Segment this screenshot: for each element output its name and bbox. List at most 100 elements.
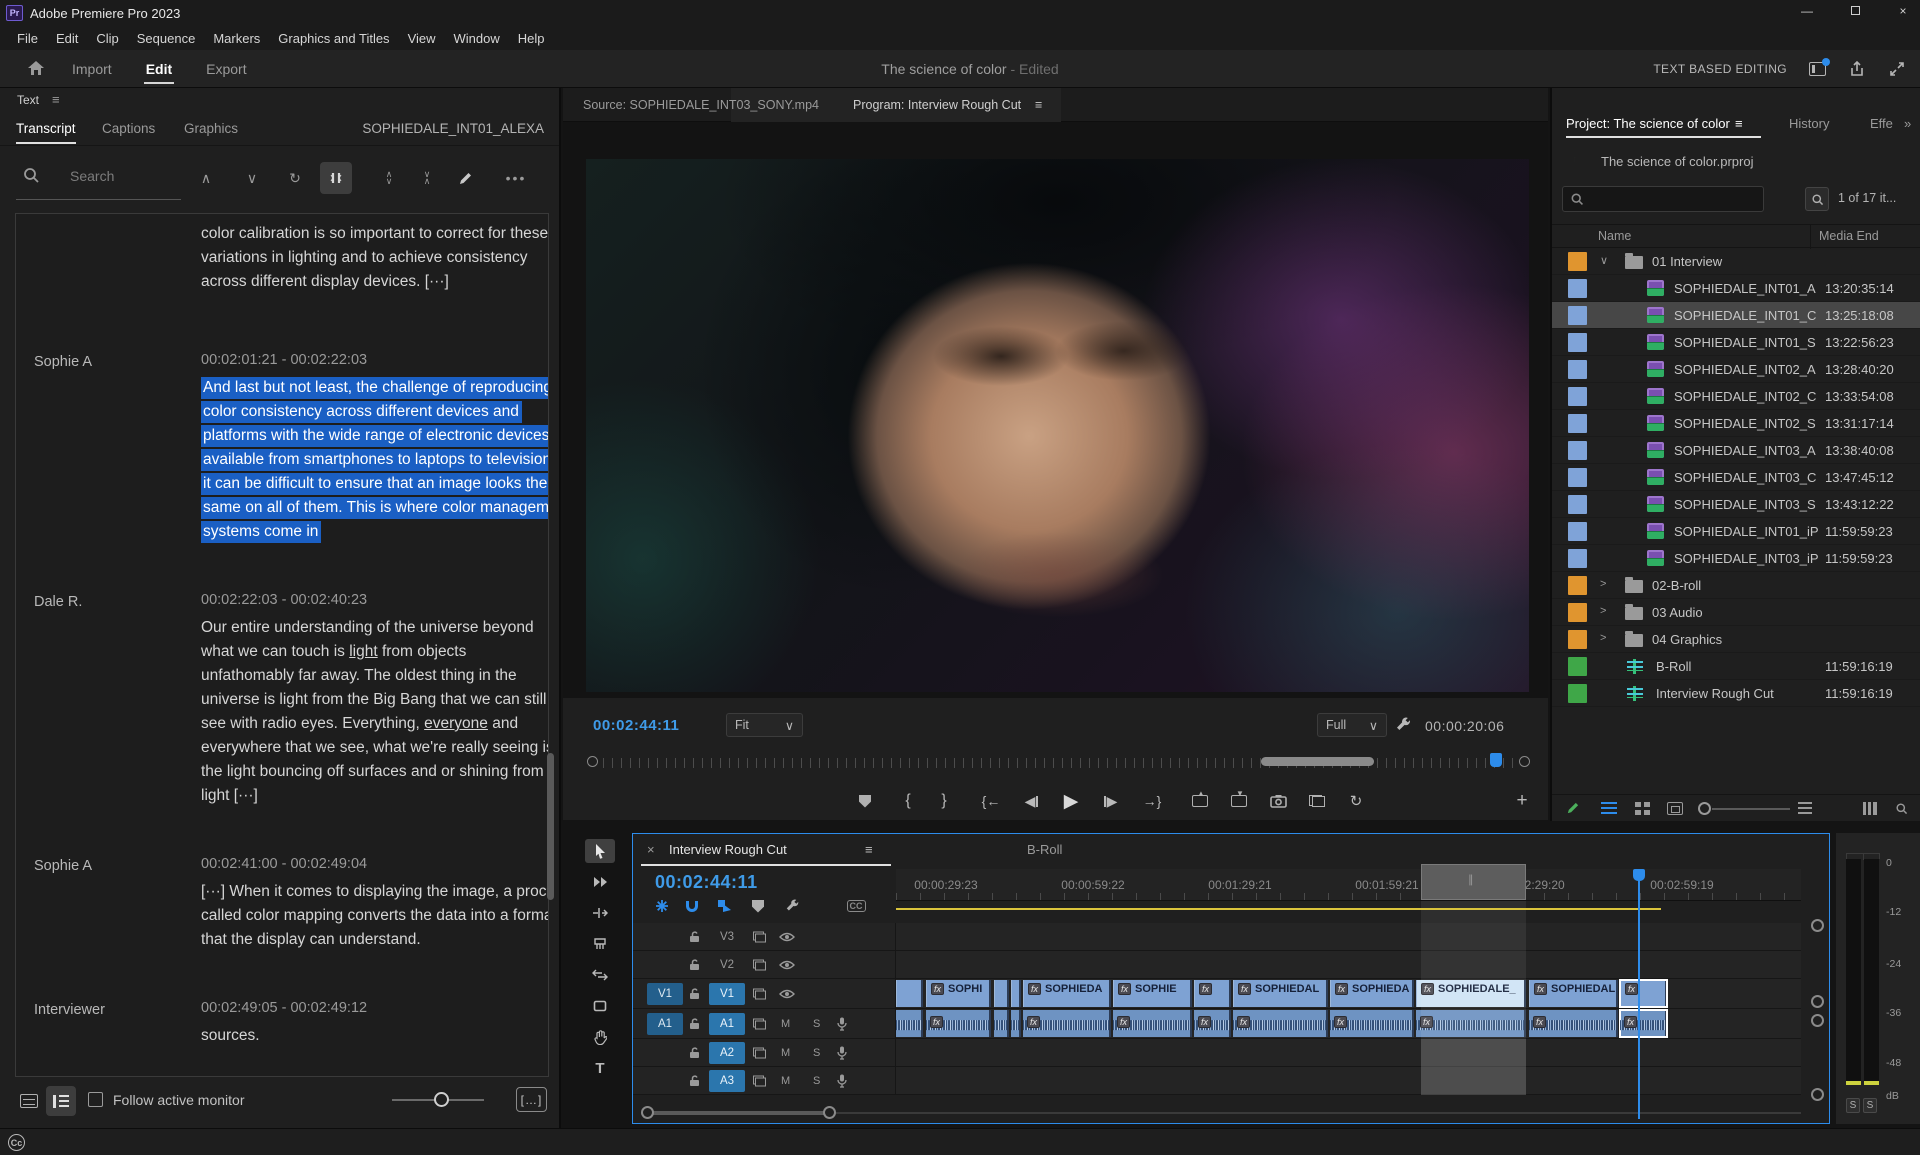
pencil-icon[interactable] <box>1560 798 1586 818</box>
program-monitor-menu-icon[interactable]: ≡ <box>1035 98 1042 112</box>
solo-button[interactable]: S <box>813 1075 820 1087</box>
transcript-line[interactable]: see with radio eyes. Everything, everyon… <box>201 712 531 736</box>
expand-icon[interactable]: ∧∨ <box>373 162 405 194</box>
find-icon[interactable] <box>1888 798 1914 818</box>
video-clip-sophiedal[interactable]: fxSOPHIEDAL <box>1529 980 1618 1007</box>
menu-clip[interactable]: Clip <box>87 28 127 49</box>
audio-clip-sophieda[interactable]: fx <box>1023 1010 1111 1037</box>
nest-icon[interactable] <box>649 896 675 916</box>
project-row-03-audio[interactable]: >03 Audio <box>1552 599 1920 626</box>
monitor-playhead-marker[interactable] <box>1490 753 1502 767</box>
voiceover-record-icon[interactable] <box>837 1074 847 1088</box>
extract-button[interactable]: ▼ <box>1224 787 1254 815</box>
project-row-sophiedale-int03-c[interactable]: SOPHIEDALE_INT03_C13:47:45:12 <box>1552 464 1920 491</box>
transcript-line[interactable]: And last but not least, the challenge of… <box>201 376 531 400</box>
previous-icon[interactable]: ∧ <box>190 162 222 194</box>
razor-tool[interactable] <box>585 932 615 956</box>
playback-resolution-select[interactable]: Full∨ <box>1317 713 1387 737</box>
video-clip-sophieda[interactable]: fxSOPHIEDA <box>1330 980 1414 1007</box>
step-forward-button[interactable]: ▶ <box>1095 787 1125 815</box>
transcript-entry[interactable]: Dale R.00:02:22:03 - 00:02:40:23Our enti… <box>16 592 548 808</box>
tab-captions[interactable]: Captions <box>102 121 155 136</box>
collapse-icon[interactable]: ∨∧ <box>411 162 443 194</box>
project-row-sophiedale-int03-s[interactable]: SOPHIEDALE_INT03_S13:43:12:22 <box>1552 491 1920 518</box>
tab-graphics[interactable]: Graphics <box>184 121 238 136</box>
label-color-swatch[interactable] <box>1568 333 1587 352</box>
audio-clip-sophiedal[interactable]: fx <box>1233 1010 1328 1037</box>
project-row-interview-rough-cut[interactable]: Interview Rough Cut11:59:16:19 <box>1552 680 1920 707</box>
hand-tool[interactable] <box>585 1025 615 1049</box>
video-clip[interactable] <box>994 980 1009 1007</box>
chevron-right-icon[interactable]: > <box>1600 605 1606 617</box>
captions-icon[interactable]: CC <box>843 896 869 916</box>
transcript-line[interactable]: sources. <box>201 1024 531 1048</box>
track-style-icon[interactable] <box>753 1075 766 1086</box>
transcript-line[interactable]: platforms with the wide range of electro… <box>201 424 531 448</box>
transcript-line[interactable]: unfathomably far away. The oldest thing … <box>201 664 531 688</box>
close-button[interactable]: × <box>1896 4 1910 18</box>
label-color-swatch[interactable] <box>1568 279 1587 298</box>
play-button[interactable]: ▶ <box>1056 787 1086 815</box>
type-tool[interactable]: T <box>585 1056 615 1080</box>
project-row-sophiedale-int03-a[interactable]: SOPHIEDALE_INT03_A13:38:40:08 <box>1552 437 1920 464</box>
transcript-line[interactable]: the light bouncing off surfaces and or s… <box>201 760 531 784</box>
find-in-bin-icon[interactable] <box>1805 187 1829 211</box>
menu-edit[interactable]: Edit <box>47 28 87 49</box>
solo-button[interactable]: S <box>813 1018 820 1030</box>
transcript-line[interactable]: variations in lighting and to achieve co… <box>201 246 531 270</box>
video-clip[interactable] <box>896 980 923 1007</box>
label-color-swatch[interactable] <box>1568 657 1587 676</box>
mark-in-button[interactable]: { <box>893 787 923 815</box>
chevron-right-icon[interactable]: > <box>1600 578 1606 590</box>
tab-transcript[interactable]: Transcript <box>16 121 76 136</box>
creative-cloud-icon[interactable]: Cc <box>8 1134 25 1151</box>
text-size-slider[interactable] <box>392 1099 484 1101</box>
project-row-b-roll[interactable]: B-Roll11:59:16:19 <box>1552 653 1920 680</box>
transcript-line[interactable]: Our entire understanding of the universe… <box>201 616 531 640</box>
track-target-v2[interactable]: V2 <box>709 954 745 976</box>
playhead-timecode[interactable]: 00:02:44:11 <box>593 717 679 734</box>
follow-active-monitor-checkbox[interactable] <box>88 1092 103 1107</box>
add-marker-icon[interactable] <box>745 896 771 916</box>
audio-clip[interactable]: fx <box>1620 1010 1667 1037</box>
source-assign-a1[interactable]: A1 <box>647 1013 683 1035</box>
timeline-playhead[interactable] <box>1638 869 1640 1119</box>
ripple-edit-tool[interactable] <box>585 901 615 925</box>
video-clip[interactable]: fx <box>1194 980 1231 1007</box>
transcript-scrollbar[interactable] <box>547 753 554 900</box>
menu-window[interactable]: Window <box>445 28 509 49</box>
transcript-list[interactable]: color calibration is so important to cor… <box>15 213 549 1077</box>
project-row-sophiedale-int02-a[interactable]: SOPHIEDALE_INT02_A13:28:40:20 <box>1552 356 1920 383</box>
workspaces-icon[interactable] <box>1809 62 1826 76</box>
automate-icon[interactable] <box>1857 798 1883 818</box>
sequence-tab-interview-rough-cut[interactable]: Interview Rough Cut <box>669 842 787 857</box>
audio-clip[interactable]: fx <box>1194 1010 1231 1037</box>
transcript-line[interactable]: same on all of them. This is where color… <box>201 496 531 520</box>
voiceover-record-icon[interactable] <box>837 1046 847 1060</box>
menu-sequence[interactable]: Sequence <box>128 28 205 49</box>
track-target-a1[interactable]: A1 <box>709 1013 745 1035</box>
audio-clip[interactable] <box>896 1010 923 1037</box>
transcript-view-icon[interactable] <box>46 1086 76 1116</box>
label-color-swatch[interactable] <box>1568 252 1587 271</box>
program-monitor-tab[interactable]: Program: Interview Rough Cut <box>853 98 1021 112</box>
project-row-sophiedale-int01-s[interactable]: SOPHIEDALE_INT01_S13:22:56:23 <box>1552 329 1920 356</box>
label-color-swatch[interactable] <box>1568 603 1587 622</box>
track-target-v1[interactable]: V1 <box>709 983 745 1005</box>
zoom-level-select[interactable]: Fit∨ <box>726 713 803 737</box>
project-row-01-interview[interactable]: ∨01 Interview <box>1552 248 1920 275</box>
transcript-line[interactable]: called color mapping converts the data i… <box>201 904 531 928</box>
video-clip-sophieda[interactable]: fxSOPHIEDA <box>1023 980 1111 1007</box>
audio-clip-sophie[interactable]: fx <box>1113 1010 1192 1037</box>
audio-clip[interactable] <box>1011 1010 1021 1037</box>
transcript-line[interactable]: systems come in <box>201 520 531 544</box>
go-to-out-button[interactable]: →} <box>1137 787 1167 815</box>
selection-tool[interactable] <box>585 839 615 863</box>
timeline-timecode[interactable]: 00:02:44:11 <box>655 872 758 893</box>
project-row-sophiedale-int01-c[interactable]: SOPHIEDALE_INT01_C13:25:18:08 <box>1552 302 1920 329</box>
search-input[interactable]: Search <box>70 168 114 184</box>
timeline-panel-menu-icon[interactable]: ≡ <box>865 842 873 857</box>
lift-button[interactable]: ▲ <box>1185 787 1215 815</box>
timeline-horizontal-scrollbar[interactable] <box>641 1106 1801 1120</box>
column-media-end[interactable]: Media End <box>1819 229 1879 243</box>
